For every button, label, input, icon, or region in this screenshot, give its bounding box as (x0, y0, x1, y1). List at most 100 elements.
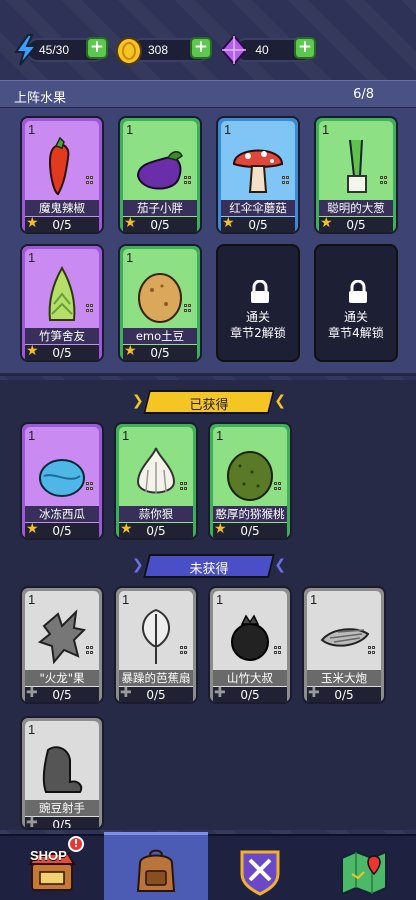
obtained-ribbon: ❯ ❮ 已获得 (132, 390, 286, 414)
card-name: emo土豆 (123, 328, 197, 344)
card-progress: ★ 0/5 (221, 216, 295, 232)
card-progress: ★ 0/5 (123, 216, 197, 232)
add-coins-button[interactable]: + (190, 37, 212, 59)
card-name: 聪明的大葱 (319, 200, 393, 216)
battle-icon (240, 850, 280, 896)
shop-notification-badge: ! (68, 836, 84, 852)
locked-slot-chapter4[interactable]: 通关 章节4解锁 (314, 244, 398, 362)
card-progress: ✚ 0/5 (307, 686, 381, 702)
card-name: 冰冻西瓜 (25, 506, 99, 522)
card-name: "火龙"果 (25, 670, 99, 686)
locked-slot-chapter2[interactable]: 通关 章节2解锁 (216, 244, 300, 362)
lock-icon (251, 280, 269, 303)
nav-tab-backpack[interactable] (104, 832, 208, 900)
nav-tab-map[interactable] (312, 836, 416, 900)
card-progress: ★ 0/5 (25, 522, 99, 538)
backpack-icon (136, 849, 176, 892)
fruit-card-mushroom[interactable]: 1 红伞伞蘑菇 ★ 0/5 (216, 116, 300, 234)
collection-panel: ❯ ❮ 已获得 1 冰冻西瓜 ★ 0/5 1 蒜你狠 ★ 0/5 1 憨厚的猕猴… (0, 380, 416, 830)
card-progress: ★ 0/5 (119, 522, 193, 538)
lock-text: 通关 (343, 310, 368, 324)
bamboo-shoot-icon (48, 265, 76, 321)
shop-label: SHOP (30, 848, 67, 863)
card-level: 1 (28, 428, 36, 443)
coin-icon (116, 37, 142, 65)
card-level: 1 (216, 428, 224, 443)
card-level: 1 (310, 592, 318, 607)
nav-tab-battle[interactable] (208, 836, 312, 900)
fruit-card-garlic[interactable]: 1 蒜你狠 ★ 0/5 (114, 422, 198, 540)
watermelon-icon (39, 459, 85, 497)
card-progress: ✚ 0/5 (25, 816, 99, 828)
peashooter-icon (42, 746, 83, 793)
card-progress: ★ 0/5 (25, 216, 99, 232)
garlic-icon (136, 447, 176, 494)
card-progress: ★ 0/5 (319, 216, 393, 232)
fruit-card-potato[interactable]: 1 emo土豆 ★ 0/5 (118, 244, 202, 362)
fruit-card-corn-cannon[interactable]: 1 玉米大炮 ✚ 0/5 (302, 586, 386, 704)
banana-fan-icon (142, 608, 170, 664)
obtained-label: 已获得 (189, 398, 229, 413)
card-progress: ★ 0/5 (213, 522, 287, 538)
card-progress: ★ 0/5 (25, 344, 99, 360)
card-level: 1 (122, 428, 130, 443)
fruit-card-peashooter[interactable]: 1 豌豆射手 ✚ 0/5 (20, 716, 104, 830)
potato-icon (138, 273, 182, 323)
unobtained-label: 未获得 (189, 562, 229, 577)
gem-icon (220, 34, 248, 66)
card-name: 红伞伞蘑菇 (221, 200, 295, 216)
card-name: 蒜你狠 (119, 506, 193, 522)
nav-tab-shop[interactable]: SHOP ! (0, 836, 104, 900)
add-gems-button[interactable]: + (294, 37, 316, 59)
card-name: 豌豆射手 (25, 800, 99, 816)
fruit-card-mangosteen[interactable]: 1 山竹大叔 ✚ 0/5 (208, 586, 292, 704)
card-progress: ✚ 0/5 (119, 686, 193, 702)
card-level: 1 (122, 592, 130, 607)
dragon-fruit-icon (37, 609, 87, 665)
fruit-card-chili[interactable]: 1 魔鬼辣椒 ★ 0/5 (20, 116, 104, 234)
fruit-card-kiwi[interactable]: 1 憨厚的猕猴桃 ★ 0/5 (208, 422, 292, 540)
lightning-icon (14, 34, 39, 66)
fruit-card-banana-fan[interactable]: 1 暴躁的芭蕉扇 ✚ 0/5 (114, 586, 198, 704)
add-energy-button[interactable]: + (86, 37, 108, 59)
resource-bar: 45/30 + 308 + 40 + (0, 28, 416, 76)
scallion-icon (347, 139, 367, 193)
card-level: 1 (28, 592, 36, 607)
lock-text: 通关 (245, 310, 270, 324)
card-level: 1 (224, 122, 232, 137)
card-name: 魔鬼辣椒 (25, 200, 99, 216)
unobtained-ribbon: ❯ ❮ 未获得 (132, 554, 286, 578)
eggplant-icon (136, 151, 183, 190)
card-progress: ✚ 0/5 (213, 686, 287, 702)
card-name: 茄子小胖 (123, 200, 197, 216)
lock-icon (349, 280, 367, 303)
card-progress: ✚ 0/5 (25, 686, 99, 702)
mushroom-icon (232, 149, 284, 193)
card-level: 1 (28, 722, 36, 737)
deployed-header: 上阵水果 6/8 (0, 80, 416, 108)
deployed-panel: 1 魔鬼辣椒 ★0/5 1 茄子小胖 ★0/5 1 红伞伞蘑菇 ★0/5 (0, 108, 416, 376)
fruit-card-bamboo-shoot[interactable]: 1 竹笋舍友 ★ 0/5 (20, 244, 104, 362)
card-name: 暴躁的芭蕉扇 (119, 670, 193, 686)
fruit-card-dragon-fruit[interactable]: 1 "火龙"果 ✚ 0/5 (20, 586, 104, 704)
card-level: 1 (126, 122, 134, 137)
card-name: 山竹大叔 (213, 670, 287, 686)
card-level: 1 (322, 122, 330, 137)
kiwi-icon (227, 451, 273, 501)
fruit-card-eggplant[interactable]: 1 茄子小胖 ★ 0/5 (118, 116, 202, 234)
card-progress: ★ 0/5 (123, 344, 197, 360)
deployed-count: 6/8 (353, 87, 374, 102)
lock-requirement: 章节2解锁 (230, 326, 286, 340)
card-level: 1 (126, 250, 134, 265)
card-level: 1 (28, 250, 36, 265)
chili-icon (48, 136, 70, 196)
fruit-card-scallion[interactable]: 1 聪明的大葱 ★ 0/5 (314, 116, 398, 234)
card-level: 1 (28, 122, 36, 137)
deployed-title: 上阵水果 (14, 91, 67, 106)
lock-requirement: 章节4解锁 (328, 326, 384, 340)
mangosteen-icon (231, 614, 269, 661)
card-name: 竹笋舍友 (25, 328, 99, 344)
bottom-navigation: SHOP ! (0, 832, 416, 900)
map-icon (341, 850, 387, 896)
fruit-card-frozen-watermelon[interactable]: 1 冰冻西瓜 ★ 0/5 (20, 422, 104, 540)
